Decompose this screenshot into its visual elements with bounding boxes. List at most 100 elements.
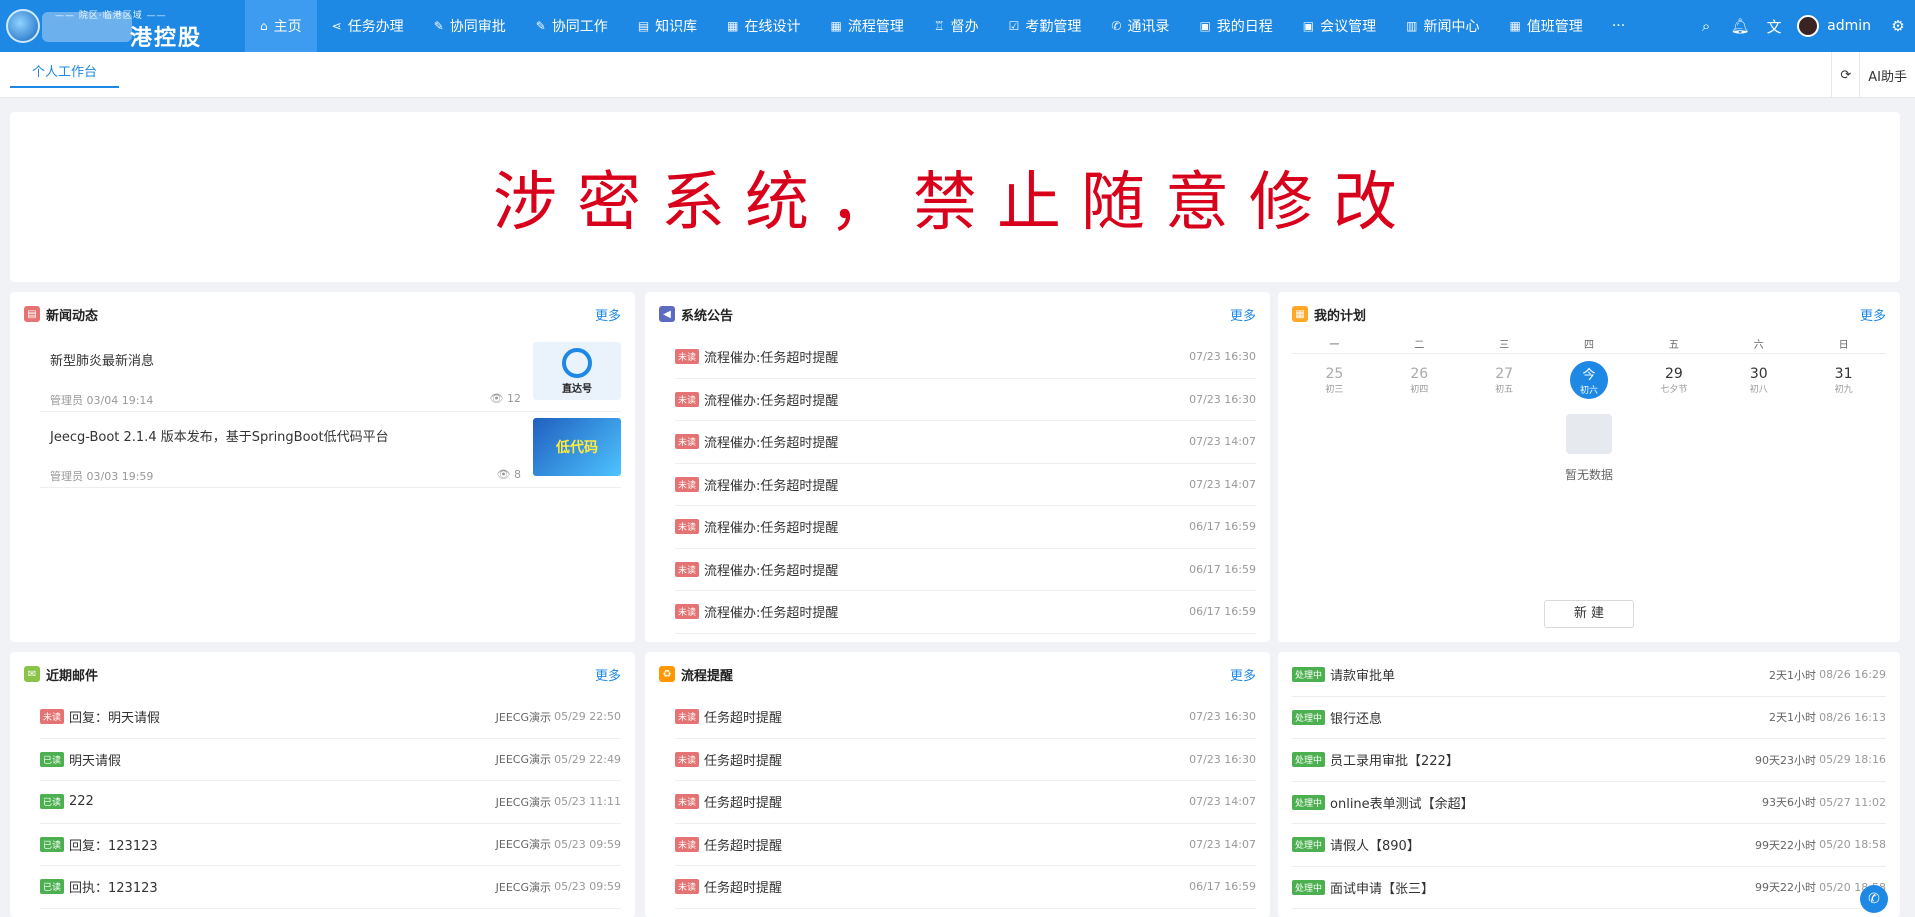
nav-item[interactable]: ▦ 值班管理: [1494, 0, 1597, 52]
list-item[interactable]: 未读 流程催办:任务超时提醒 07/23 14:07: [675, 464, 1256, 506]
item-title[interactable]: 流程催办:任务超时提醒: [704, 517, 1186, 536]
nav-item[interactable]: ▣ 我的日程: [1184, 0, 1287, 52]
more-link[interactable]: 更多: [595, 305, 621, 324]
list-item[interactable]: 已读 222 JEECG演示 05/23 11:11: [40, 781, 621, 824]
nav-icon: ▤: [637, 19, 650, 33]
nav-icon: ✎: [535, 19, 546, 33]
calendar-day[interactable]: 31 初九: [1801, 354, 1886, 406]
nav-item[interactable]: ▣ 会议管理: [1288, 0, 1391, 52]
gear-icon[interactable]: ⚙: [1881, 17, 1915, 35]
news-thumbnail[interactable]: 低代码: [533, 418, 621, 476]
list-item[interactable]: 未读 流程催办:任务超时提醒 06/17 16:59: [675, 591, 1256, 634]
item-title[interactable]: 任务超时提醒: [704, 750, 1186, 769]
nav-item[interactable]: ▥ 新闻中心: [1391, 0, 1494, 52]
calendar-day[interactable]: 30 初八: [1716, 354, 1801, 406]
more-link[interactable]: 更多: [1860, 305, 1886, 324]
item-title[interactable]: 请款审批单: [1330, 665, 1736, 684]
nav-item[interactable]: ✎ 协同工作: [521, 0, 623, 52]
more-link[interactable]: 更多: [1230, 305, 1256, 324]
calendar-day[interactable]: 25 初三: [1292, 354, 1377, 406]
item-title[interactable]: 流程催办:任务超时提醒: [704, 390, 1186, 409]
list-item[interactable]: 未读 任务超时提醒 07/23 16:30: [675, 696, 1256, 739]
list-item[interactable]: 处理中 银行还息 2天1小时 08/26 16:13: [1292, 697, 1886, 739]
nav-item[interactable]: ⌂ 主页: [245, 0, 317, 52]
nav-item[interactable]: ▦ 在线设计: [712, 0, 815, 52]
list-item[interactable]: 未读 回复：明天请假 JEECG演示 05/29 22:50: [40, 696, 621, 739]
list-item[interactable]: 未读 流程催办:任务超时提醒 06/17 16:59: [675, 549, 1256, 591]
list-item[interactable]: 未读 任务超时提醒 07/23 16:30: [675, 739, 1256, 781]
item-title[interactable]: 任务超时提醒: [704, 877, 1186, 896]
list-item[interactable]: 未读 流程催办:任务超时提醒 07/23 16:30: [675, 336, 1256, 379]
calendar-day[interactable]: 今初六: [1547, 354, 1632, 406]
item-title[interactable]: 回复：123123: [69, 835, 471, 854]
item-title[interactable]: 流程催办:任务超时提醒: [704, 347, 1186, 366]
list-item[interactable]: 未读 流程催办:任务超时提醒 07/23 16:30: [675, 379, 1256, 421]
item-title[interactable]: 任务超时提醒: [704, 707, 1186, 726]
nav-item[interactable]: ✆ 通讯录: [1096, 0, 1184, 52]
chat-icon[interactable]: ✆: [1860, 885, 1888, 913]
nav-item[interactable]: ⋖ 任务办理: [317, 0, 419, 52]
nav-item[interactable]: ✎ 协同审批: [419, 0, 521, 52]
calendar-day[interactable]: 27 初五: [1462, 354, 1547, 406]
today-marker[interactable]: 今初六: [1570, 361, 1608, 399]
item-title[interactable]: 222: [69, 794, 471, 809]
search-icon[interactable]: ⌕: [1689, 17, 1723, 35]
news-title[interactable]: 新型肺炎最新消息: [50, 350, 154, 369]
translate-icon[interactable]: 文: [1757, 16, 1791, 37]
item-title[interactable]: 流程催办:任务超时提醒: [704, 475, 1186, 494]
item-title[interactable]: 员工录用审批【222】: [1330, 750, 1736, 769]
more-link[interactable]: 更多: [595, 665, 621, 684]
user-name[interactable]: admin: [1827, 18, 1871, 34]
item-date: 05/23 09:59: [554, 880, 621, 894]
status-badge: 已读: [40, 879, 65, 895]
tab-personal-workbench[interactable]: 个人工作台: [10, 62, 120, 88]
list-item[interactable]: 处理中 员工录用审批【222】 90天23小时 05/29 18:16: [1292, 739, 1886, 782]
banner-text: 涉密系统，禁止随意修改: [493, 166, 1417, 240]
list-item[interactable]: 未读 任务超时提醒 07/23 14:07: [675, 781, 1256, 824]
ai-assistant-button[interactable]: AI助手: [1859, 52, 1915, 98]
item-title[interactable]: 流程催办:任务超时提醒: [704, 602, 1186, 621]
item-title[interactable]: 任务超时提醒: [704, 792, 1186, 811]
avatar[interactable]: [1797, 15, 1820, 37]
calendar-day[interactable]: 26 初四: [1377, 354, 1462, 406]
logo[interactable]: —— 院区·临港区域 —— 港控股: [0, 0, 245, 52]
news-thumbnail[interactable]: 直达号: [533, 342, 621, 400]
nav-item[interactable]: ▦ 流程管理: [816, 0, 919, 52]
item-title[interactable]: 流程催办:任务超时提醒: [704, 432, 1186, 451]
list-item[interactable]: 已读 回执：123123 JEECG演示 05/23 09:59: [40, 866, 621, 909]
item-title[interactable]: 请假人【890】: [1330, 835, 1736, 854]
item-title[interactable]: online表单测试【余超】: [1330, 793, 1736, 812]
nav-item[interactable]: ▤ 知识库: [623, 0, 712, 52]
list-item[interactable]: 未读 任务超时提醒 07/23 14:07: [675, 824, 1256, 866]
new-plan-button[interactable]: 新 建: [1544, 600, 1634, 628]
nav-label: 值班管理: [1526, 19, 1583, 35]
refresh-icon[interactable]: ⟳: [1831, 52, 1859, 98]
item-title[interactable]: 回执：123123: [69, 877, 471, 896]
news-item[interactable]: Jeecg-Boot 2.1.4 版本发布，基于SpringBoot低代码平台管…: [40, 412, 621, 488]
item-title[interactable]: 任务超时提醒: [704, 835, 1186, 854]
nav-more-button[interactable]: ···: [1598, 0, 1639, 52]
mail-icon: ✉: [24, 666, 40, 682]
item-title[interactable]: 流程催办:任务超时提醒: [704, 560, 1186, 579]
news-item[interactable]: 新型肺炎最新消息 管理员 03/04 19:14 👁︎ 12 直达号: [40, 336, 621, 412]
list-item[interactable]: 未读 流程催办:任务超时提醒 06/17 16:59: [675, 506, 1256, 549]
list-item[interactable]: 处理中 请假人【890】 99天22小时 05/20 18:58: [1292, 824, 1886, 867]
item-title[interactable]: 银行还息: [1330, 708, 1736, 727]
list-item[interactable]: 已读 明天请假 JEECG演示 05/29 22:49: [40, 739, 621, 781]
list-item[interactable]: 未读 任务超时提醒 06/17 16:59: [675, 866, 1256, 909]
calendar-day[interactable]: 29 七夕节: [1631, 354, 1716, 406]
eye-icon: 👁︎: [489, 392, 507, 405]
item-title[interactable]: 明天请假: [69, 750, 471, 769]
more-link[interactable]: 更多: [1230, 665, 1256, 684]
list-item[interactable]: 未读 流程催办:任务超时提醒 07/23 14:07: [675, 421, 1256, 464]
list-item[interactable]: 处理中 online表单测试【余超】 93天6小时 05/27 11:02: [1292, 782, 1886, 824]
list-item[interactable]: 已读 回复：123123 JEECG演示 05/23 09:59: [40, 824, 621, 866]
list-item[interactable]: 处理中 请款审批单 2天1小时 08/26 16:29: [1292, 654, 1886, 697]
item-title[interactable]: 面试申请【张三】: [1330, 878, 1736, 897]
list-item[interactable]: 处理中 面试申请【张三】 99天22小时 05/20 18:58: [1292, 867, 1886, 909]
bell-icon[interactable]: 🔔︎: [1723, 17, 1757, 35]
nav-item[interactable]: ☑ 考勤管理: [994, 0, 1097, 52]
nav-item[interactable]: ♖ 督办: [919, 0, 994, 52]
news-title[interactable]: Jeecg-Boot 2.1.4 版本发布，基于SpringBoot低代码平台: [50, 426, 389, 445]
item-title[interactable]: 回复：明天请假: [69, 707, 471, 726]
